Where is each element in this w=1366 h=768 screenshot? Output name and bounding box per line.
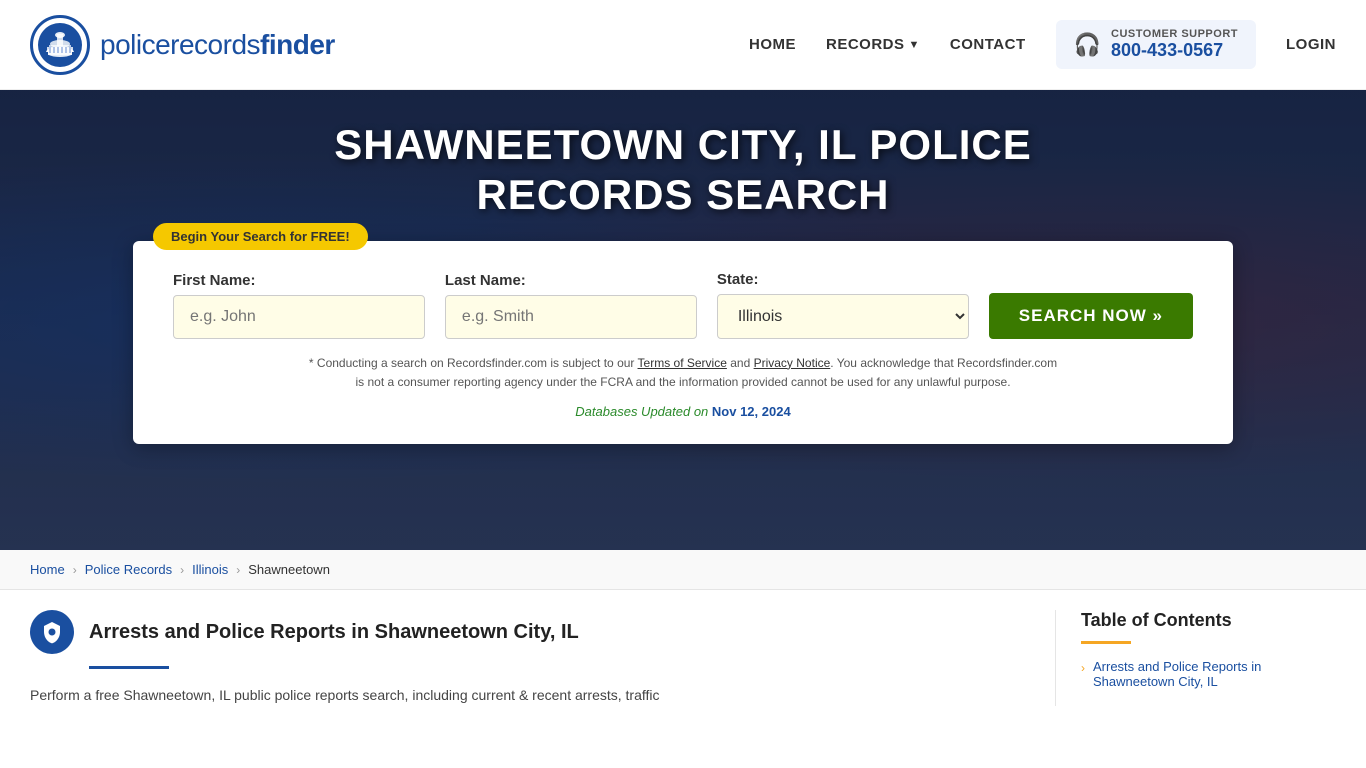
breadcrumb-home[interactable]: Home (30, 562, 65, 577)
last-name-input[interactable] (445, 295, 697, 339)
breadcrumb-sep-2: › (180, 563, 184, 577)
section-title: Arrests and Police Reports in Shawneetow… (89, 621, 579, 644)
breadcrumb: Home › Police Records › Illinois › Shawn… (0, 550, 1366, 590)
logo-icon (30, 15, 90, 75)
first-name-label: First Name: (173, 272, 425, 289)
section-body: Perform a free Shawneetown, IL public po… (30, 684, 1025, 706)
support-phone[interactable]: 800-433-0567 (1111, 40, 1238, 61)
chevron-down-icon: ▼ (909, 39, 920, 51)
content-left: Arrests and Police Reports in Shawneetow… (30, 610, 1056, 706)
disclaimer-text: * Conducting a search on Recordsfinder.c… (173, 354, 1193, 392)
main-nav: HOME RECORDS ▼ CONTACT 🎧 CUSTOMER SUPPOR… (749, 20, 1336, 69)
nav-home[interactable]: HOME (749, 36, 796, 53)
logo-text-light: policerecords (100, 29, 260, 60)
toc-title: Table of Contents (1081, 610, 1336, 631)
breadcrumb-current: Shawneetown (248, 562, 330, 577)
privacy-link[interactable]: Privacy Notice (754, 356, 831, 370)
last-name-label: Last Name: (445, 272, 697, 289)
logo[interactable]: policerecordsfinder (30, 15, 335, 75)
logo-text-bold: finder (260, 29, 335, 60)
customer-support-box: 🎧 CUSTOMER SUPPORT 800-433-0567 (1056, 20, 1256, 69)
content-right: Table of Contents › Arrests and Police R… (1056, 610, 1336, 706)
first-name-input[interactable] (173, 295, 425, 339)
support-label: CUSTOMER SUPPORT (1111, 28, 1238, 40)
breadcrumb-police-records[interactable]: Police Records (85, 562, 172, 577)
section-title-wrapper: Arrests and Police Reports in Shawneetow… (89, 621, 579, 644)
state-label: State: (717, 271, 969, 288)
breadcrumb-illinois[interactable]: Illinois (192, 562, 228, 577)
support-text: CUSTOMER SUPPORT 800-433-0567 (1111, 28, 1238, 61)
breadcrumb-sep-1: › (73, 563, 77, 577)
logo-text: policerecordsfinder (100, 29, 335, 61)
search-fields: First Name: Last Name: State: Illinois A… (173, 271, 1193, 339)
toc-chevron-icon: › (1081, 661, 1085, 675)
section-title-underline (89, 666, 169, 669)
free-badge: Begin Your Search for FREE! (153, 223, 368, 250)
search-button[interactable]: SEARCH NOW » (989, 293, 1193, 339)
state-group: State: Illinois Alabama Alaska Arizona A… (717, 271, 969, 339)
toc-underline (1081, 641, 1131, 644)
state-select[interactable]: Illinois Alabama Alaska Arizona Arkansas… (717, 294, 969, 339)
db-updated-date: Nov 12, 2024 (712, 404, 791, 419)
first-name-group: First Name: (173, 272, 425, 339)
last-name-group: Last Name: (445, 272, 697, 339)
nav-login[interactable]: LOGIN (1286, 36, 1336, 53)
main-content: Arrests and Police Reports in Shawneetow… (0, 610, 1366, 706)
nav-contact[interactable]: CONTACT (950, 36, 1026, 53)
shield-svg (40, 620, 64, 644)
toc-item-1-label: Arrests and Police Reports in Shawneetow… (1093, 659, 1336, 689)
nav-records[interactable]: RECORDS ▼ (826, 36, 920, 53)
nav-records-label: RECORDS (826, 36, 905, 53)
tos-link[interactable]: Terms of Service (638, 356, 727, 370)
db-updated-prefix: Databases Updated on (575, 404, 712, 419)
shield-icon (30, 610, 74, 654)
header: policerecordsfinder HOME RECORDS ▼ CONTA… (0, 0, 1366, 90)
headset-icon: 🎧 (1074, 32, 1101, 58)
capitol-icon (37, 22, 83, 68)
db-updated: Databases Updated on Nov 12, 2024 (173, 404, 1193, 419)
search-container: Begin Your Search for FREE! First Name: … (133, 241, 1233, 444)
hero-section: SHAWNEETOWN CITY, IL POLICE RECORDS SEAR… (0, 90, 1366, 550)
hero-title: SHAWNEETOWN CITY, IL POLICE RECORDS SEAR… (233, 120, 1133, 221)
section-header: Arrests and Police Reports in Shawneetow… (30, 610, 1025, 654)
toc-item-1[interactable]: › Arrests and Police Reports in Shawneet… (1081, 659, 1336, 689)
breadcrumb-sep-3: › (236, 563, 240, 577)
